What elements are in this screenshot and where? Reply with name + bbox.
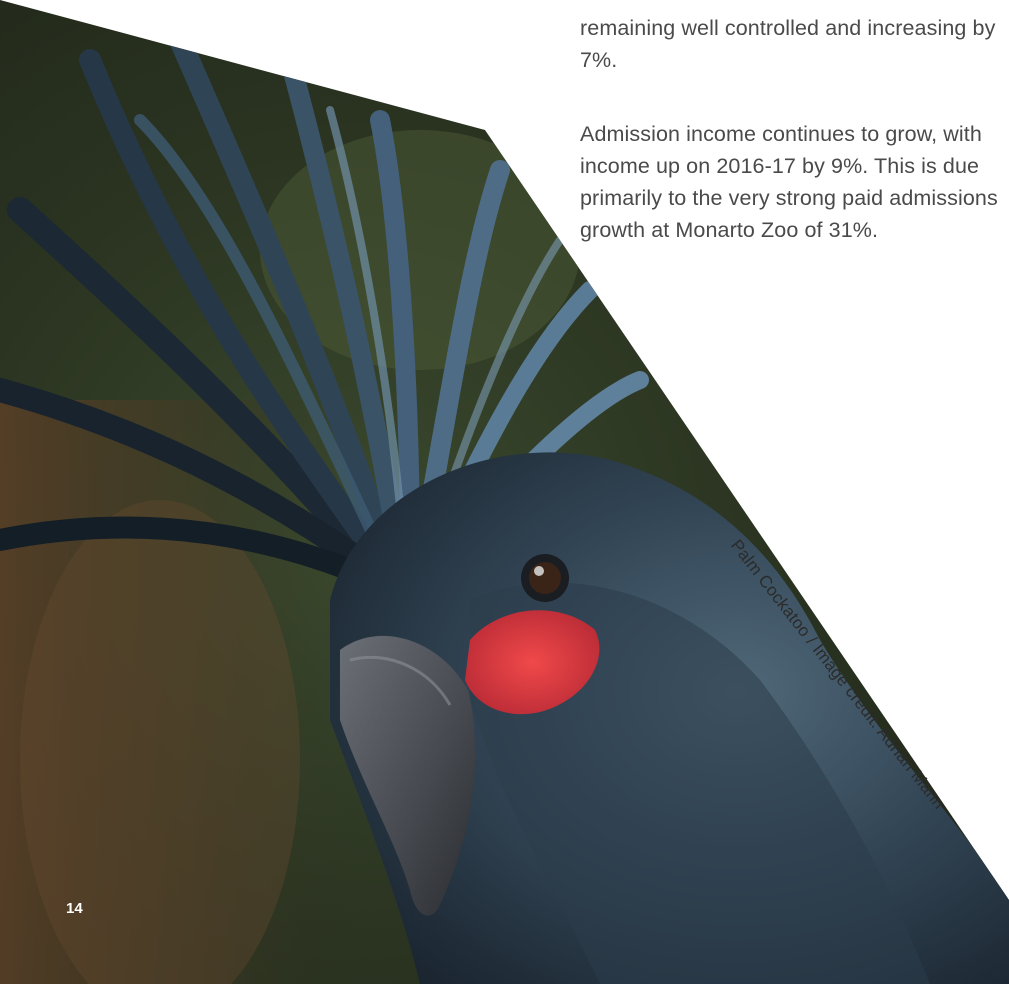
paragraph-text: Admission income continues to grow, with… xyxy=(580,122,998,242)
body-paragraph-2: Admission income continues to grow, with… xyxy=(580,118,1000,246)
page-number: 14 xyxy=(66,900,83,917)
document-page: remaining well controlled and increasing… xyxy=(0,0,1009,984)
paragraph-text: remaining well controlled and increasing… xyxy=(580,16,996,72)
body-paragraph-1: remaining well controlled and increasing… xyxy=(580,12,1000,76)
